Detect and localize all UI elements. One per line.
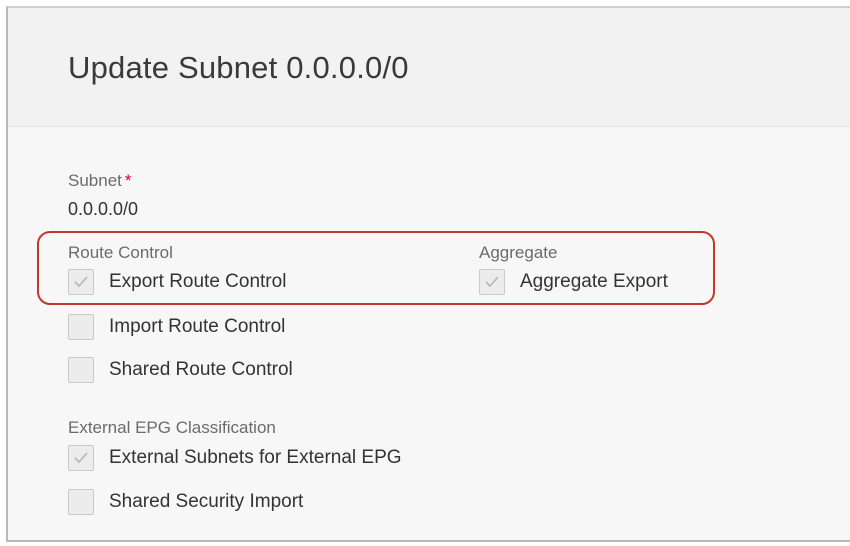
checkbox-shared-security-import[interactable]: Shared Security Import	[68, 487, 303, 517]
checkbox-box[interactable]	[68, 489, 94, 515]
checkbox-external-subnets[interactable]: External Subnets for External EPG	[68, 443, 402, 473]
checkmark-icon	[74, 452, 88, 464]
checkbox-label: Shared Security Import	[109, 491, 304, 512]
checkbox-export-route-control[interactable]: Export Route Control	[68, 267, 286, 297]
dialog-header: Update Subnet 0.0.0.0/0	[8, 8, 850, 127]
external-epg-label: External EPG Classification	[68, 418, 276, 437]
checkbox-box[interactable]	[68, 357, 94, 383]
checkbox-box[interactable]	[68, 445, 94, 471]
checkbox-box[interactable]	[68, 269, 94, 295]
checkmark-icon	[485, 276, 499, 288]
checkbox-shared-route-control[interactable]: Shared Route Control	[68, 355, 293, 385]
subnet-label-text: Subnet	[68, 171, 122, 190]
checkbox-label: Import Route Control	[109, 316, 286, 337]
subnet-label: Subnet *	[68, 171, 132, 191]
required-mark: *	[124, 171, 132, 190]
checkbox-box[interactable]	[68, 314, 94, 340]
checkbox-aggregate-export[interactable]: Aggregate Export	[479, 267, 668, 297]
checkbox-label: Shared Route Control	[109, 359, 293, 380]
checkmark-icon	[74, 276, 88, 288]
dialog-body: Subnet * 0.0.0.0/0 Route Control Export R…	[8, 127, 850, 540]
checkbox-box[interactable]	[479, 269, 505, 295]
checkbox-label: Export Route Control	[109, 271, 287, 292]
dialog-title: Update Subnet 0.0.0.0/0	[68, 50, 409, 85]
route-control-label: Route Control	[68, 243, 173, 262]
checkbox-import-route-control[interactable]: Import Route Control	[68, 312, 285, 342]
subnet-value: 0.0.0.0/0	[68, 199, 139, 219]
update-subnet-dialog: Update Subnet 0.0.0.0/0 Subnet * 0.0.0.0/…	[6, 6, 850, 542]
checkbox-label: External Subnets for External EPG	[109, 447, 402, 468]
checkbox-label: Aggregate Export	[520, 271, 668, 292]
aggregate-label: Aggregate	[479, 243, 558, 262]
